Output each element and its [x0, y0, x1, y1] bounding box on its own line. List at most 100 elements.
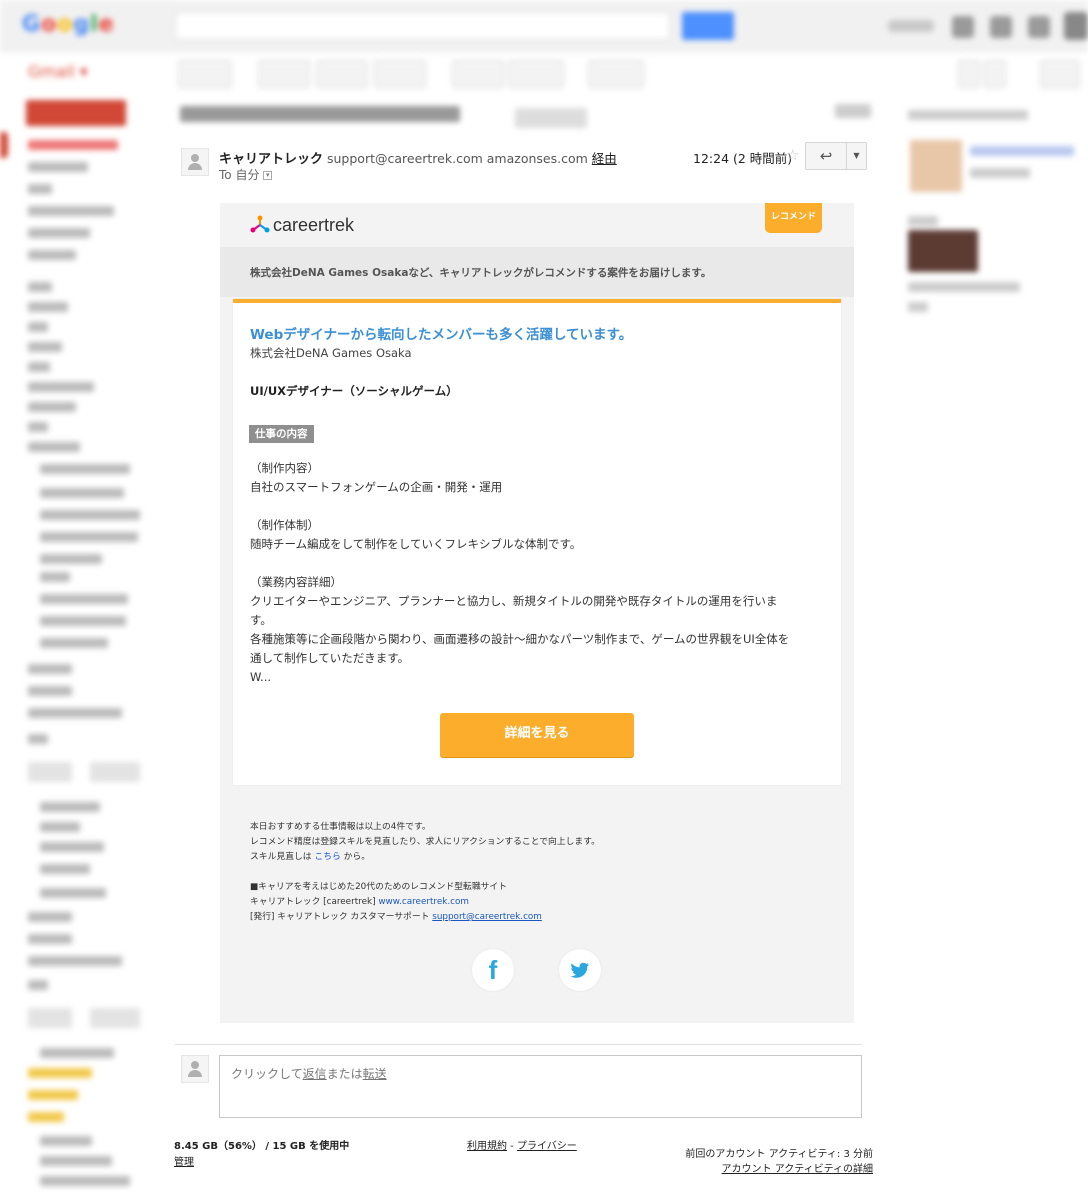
- nav-item[interactable]: [28, 1068, 92, 1078]
- next-button[interactable]: [984, 60, 1006, 88]
- nav-item[interactable]: [40, 888, 106, 898]
- nav-item[interactable]: [90, 1008, 140, 1028]
- search-button[interactable]: [682, 12, 734, 40]
- nav-item[interactable]: [40, 1136, 92, 1146]
- reply-box[interactable]: クリックして返信または転送: [219, 1055, 862, 1118]
- compose-button[interactable]: [26, 100, 126, 126]
- nav-item[interactable]: [28, 402, 76, 412]
- nav-item[interactable]: [40, 864, 90, 874]
- nav-item[interactable]: [28, 442, 80, 452]
- activity-details-link[interactable]: アカウント アクティビティの詳細: [680, 1162, 873, 1177]
- nav-item[interactable]: [40, 594, 128, 604]
- subject-label-chip[interactable]: [515, 108, 587, 128]
- nav-item[interactable]: [28, 184, 52, 194]
- nav-item[interactable]: [28, 140, 118, 150]
- chevron-down-icon[interactable]: ▾: [263, 171, 273, 180]
- nav-item[interactable]: [28, 664, 72, 674]
- nav-item[interactable]: [28, 342, 62, 352]
- nav-item[interactable]: [40, 1176, 130, 1186]
- reply-middle: または: [326, 1067, 363, 1081]
- star-icon[interactable]: ☆: [786, 146, 799, 164]
- support-email-link[interactable]: support@careertrek.com: [432, 912, 542, 922]
- email-subject: [180, 106, 460, 122]
- rp-text[interactable]: [970, 146, 1074, 156]
- via-link[interactable]: 経由: [592, 151, 617, 166]
- nav-item[interactable]: [28, 762, 72, 782]
- nav-item[interactable]: [28, 1112, 64, 1122]
- footer-line: レコメンド精度は登録スキルを見直したり、求人にリアクションすることで向上します。: [250, 837, 600, 847]
- careertrek-logo[interactable]: careertrek: [250, 213, 354, 237]
- nav-item[interactable]: [28, 162, 88, 172]
- nav-item[interactable]: [40, 616, 126, 626]
- nav-item[interactable]: [28, 934, 72, 944]
- nav-item[interactable]: [40, 488, 124, 498]
- nav-item[interactable]: [40, 822, 80, 832]
- prev-button[interactable]: [958, 60, 980, 88]
- nav-item[interactable]: [28, 708, 122, 718]
- nav-item[interactable]: [28, 362, 50, 372]
- nav-item[interactable]: [28, 282, 52, 292]
- nav-item[interactable]: [28, 250, 76, 260]
- google-logo[interactable]: Google: [22, 12, 115, 37]
- site-link[interactable]: www.careertrek.com: [378, 897, 469, 907]
- spam-button[interactable]: [316, 60, 368, 88]
- nav-item[interactable]: [40, 1048, 114, 1058]
- nav-item[interactable]: [28, 734, 48, 744]
- view-details-button[interactable]: 詳細を見る: [440, 713, 634, 757]
- nav-item[interactable]: [28, 1008, 72, 1028]
- job-description: （制作内容） 自社のスマートフォンゲームの企画・開発・運用 （制作体制） 随時チ…: [250, 461, 790, 684]
- nav-item[interactable]: [28, 956, 122, 966]
- sender-name[interactable]: キャリアトレック: [219, 152, 323, 167]
- skill-review-link[interactable]: こちら: [314, 852, 340, 862]
- more-button[interactable]: [588, 60, 644, 88]
- manage-link[interactable]: 管理: [174, 1153, 194, 1168]
- nav-item[interactable]: [40, 572, 70, 582]
- nav-item[interactable]: [28, 302, 68, 312]
- back-button[interactable]: [178, 60, 232, 88]
- search-input[interactable]: [175, 12, 670, 40]
- settings-button[interactable]: [1040, 60, 1080, 88]
- account-name[interactable]: [888, 20, 934, 32]
- nav-item[interactable]: [40, 554, 102, 564]
- reply-button[interactable]: ↩: [805, 142, 847, 170]
- nav-item[interactable]: [40, 532, 138, 542]
- nav-item[interactable]: [28, 422, 48, 432]
- terms-link[interactable]: 利用規約: [467, 1141, 507, 1152]
- nav-item[interactable]: [40, 464, 130, 474]
- privacy-link[interactable]: プライバシー: [517, 1141, 577, 1152]
- nav-item[interactable]: [28, 206, 114, 216]
- facebook-icon[interactable]: f: [472, 949, 514, 991]
- nav-item[interactable]: [40, 802, 100, 812]
- gmail-menu[interactable]: Gmail ▾: [28, 62, 88, 81]
- gmail-top-bar: Google: [0, 0, 1088, 52]
- avatar[interactable]: [1064, 12, 1088, 40]
- email-body: careertrek レコメンド 株式会社DeNA Games Osakaなど、…: [220, 203, 854, 1023]
- nav-item[interactable]: [40, 1156, 112, 1166]
- nav-item[interactable]: [28, 382, 94, 392]
- delete-button[interactable]: [374, 60, 426, 88]
- reply-link[interactable]: 返信: [303, 1067, 327, 1081]
- twitter-icon[interactable]: [559, 949, 601, 991]
- label-button[interactable]: [508, 60, 564, 88]
- nav-item[interactable]: [40, 510, 140, 520]
- move-button[interactable]: [452, 60, 504, 88]
- notifications-icon[interactable]: [990, 16, 1012, 38]
- subject-icons[interactable]: [835, 104, 871, 118]
- recipient-row[interactable]: To 自分 ▾: [219, 166, 273, 183]
- nav-item[interactable]: [28, 912, 72, 922]
- apps-icon[interactable]: [952, 16, 974, 38]
- nav-item[interactable]: [28, 980, 48, 990]
- nav-item[interactable]: [28, 322, 48, 332]
- nav-item[interactable]: [28, 1090, 78, 1100]
- share-icon[interactable]: [1028, 16, 1050, 38]
- nav-item[interactable]: [28, 686, 72, 696]
- nav-item[interactable]: [40, 638, 108, 648]
- nav-item[interactable]: [40, 842, 104, 852]
- more-actions-button[interactable]: ▼: [846, 142, 867, 170]
- forward-link[interactable]: 転送: [363, 1067, 387, 1081]
- to-label: To 自分: [219, 168, 260, 182]
- nav-item[interactable]: [90, 762, 140, 782]
- job-headline[interactable]: Webデザイナーから転向したメンバーも多く活躍しています。: [250, 323, 632, 343]
- archive-button[interactable]: [258, 60, 310, 88]
- nav-item[interactable]: [28, 228, 90, 238]
